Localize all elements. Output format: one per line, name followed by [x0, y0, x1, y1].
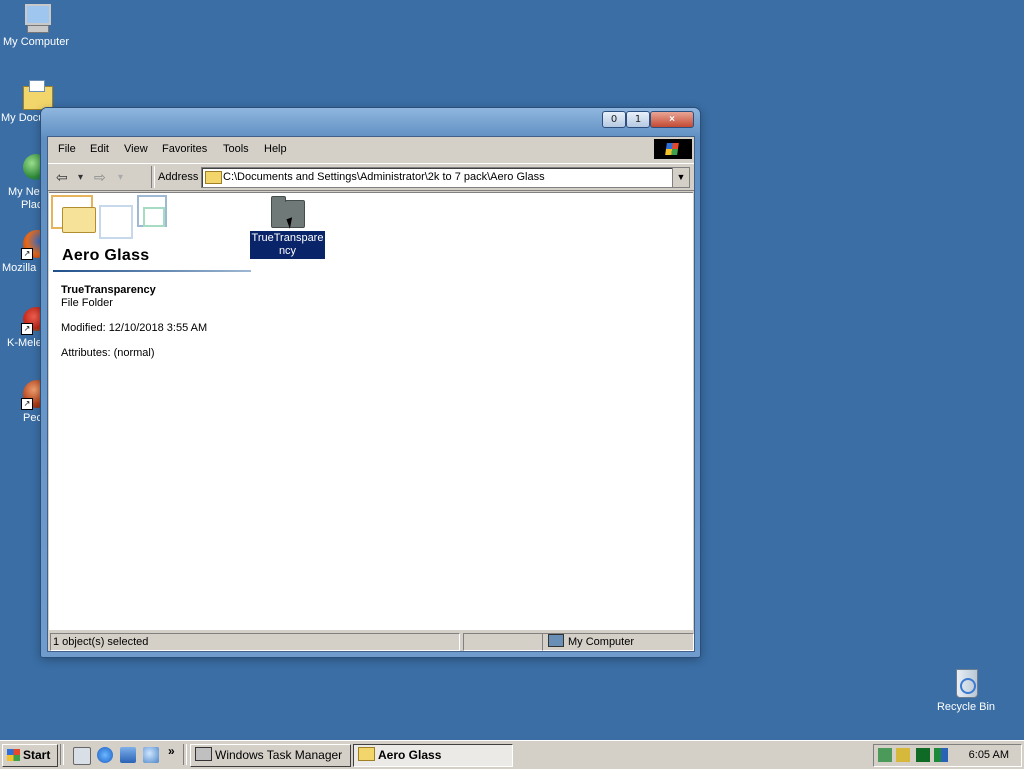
recycle-bin-icon: [950, 667, 982, 699]
menu-view[interactable]: View: [124, 143, 148, 155]
decor-square: [143, 207, 165, 227]
selection-details: TrueTransparency File Folder Modified: 1…: [61, 284, 207, 360]
start-button[interactable]: Start: [2, 744, 58, 767]
outlook-express-icon[interactable]: [120, 747, 136, 763]
task-button-aero-glass[interactable]: Aero Glass: [353, 744, 513, 767]
status-location: My Computer: [542, 633, 694, 651]
desktop-icon-label: My Computer: [2, 36, 70, 48]
menu-edit[interactable]: Edit: [90, 143, 109, 155]
address-dropdown-button[interactable]: ▼: [672, 168, 689, 187]
folder-icon: [62, 207, 96, 233]
window-client-area: File Edit View Favorites Tools Help ⇦ ▾ …: [47, 136, 695, 652]
shortcut-arrow-icon: ↗: [21, 248, 33, 260]
webview-banner: Aero Glass: [51, 195, 251, 272]
status-bar: 1 object(s) selected My Computer: [48, 631, 694, 651]
monitor-tray-icon[interactable]: [934, 748, 948, 762]
documents-folder-icon: [21, 78, 53, 110]
folder-view[interactable]: Aero Glass TrueTransparency File Folder …: [49, 192, 693, 630]
details-attributes: Attributes: (normal): [61, 347, 155, 359]
desktop-icon-my-computer[interactable]: My Computer: [0, 2, 74, 49]
menu-favorites[interactable]: Favorites: [162, 143, 207, 155]
desktop-icon-label: Recycle Bin: [936, 701, 996, 713]
toolbar-separator: [151, 166, 155, 188]
task-label: Windows Task Manager: [215, 748, 343, 762]
menu-help[interactable]: Help: [264, 143, 287, 155]
minimize-button[interactable]: 0: [602, 111, 626, 128]
forward-arrow-icon[interactable]: ⇨: [94, 169, 106, 186]
details-name: TrueTransparency: [61, 284, 156, 296]
back-dropdown-icon[interactable]: ▾: [78, 172, 83, 183]
internet-explorer-icon[interactable]: [97, 747, 113, 763]
volume-tray-icon[interactable]: [896, 748, 910, 762]
details-modified: Modified: 12/10/2018 3:55 AM: [61, 322, 208, 334]
divider: [53, 270, 251, 272]
task-manager-icon: [195, 747, 212, 761]
windows-flag-icon: [7, 749, 20, 761]
quicklaunch-more-button[interactable]: »: [168, 744, 175, 758]
details-type: File Folder: [61, 297, 113, 309]
show-desktop-icon[interactable]: [73, 747, 91, 765]
clock[interactable]: 6:05 AM: [969, 749, 1009, 761]
windows-logo-icon: [654, 139, 692, 159]
explorer-window[interactable]: 0 1 × File Edit View Favorites Tools Hel…: [41, 108, 700, 657]
folder-icon: [358, 747, 375, 761]
network-tray-icon[interactable]: [878, 748, 892, 762]
address-field[interactable]: C:\Documents and Settings\Administrator\…: [201, 167, 690, 188]
start-label: Start: [23, 748, 51, 762]
folder-item-truetransparency[interactable]: TrueTransparency: [250, 196, 325, 259]
address-label: Address: [158, 171, 199, 183]
close-button[interactable]: ×: [650, 111, 694, 128]
status-location-label: My Computer: [568, 636, 635, 648]
menu-file[interactable]: File: [58, 143, 76, 155]
shortcut-arrow-icon: ↗: [21, 323, 33, 335]
status-middle: [463, 633, 543, 651]
task-label: Aero Glass: [378, 748, 442, 762]
taskbar: Start » Windows Task Manager Aero Glass …: [0, 740, 1024, 769]
status-selection: 1 object(s) selected: [50, 633, 460, 651]
address-value[interactable]: C:\Documents and Settings\Administrator\…: [223, 171, 545, 183]
taskbar-separator: [183, 744, 187, 765]
system-tray: 6:05 AM: [873, 744, 1022, 767]
decor-square: [99, 205, 133, 239]
address-toolbar: ⇦ ▾ ⇨ ▾ Address C:\Documents and Setting…: [48, 163, 694, 191]
computer-icon: [20, 2, 52, 34]
task-manager-tray-icon[interactable]: [916, 748, 930, 762]
search-icon[interactable]: [143, 747, 159, 763]
my-computer-icon: [548, 634, 564, 647]
menu-tools[interactable]: Tools: [223, 143, 249, 155]
task-button-task-manager[interactable]: Windows Task Manager: [190, 744, 351, 767]
menu-bar: File Edit View Favorites Tools Help: [48, 137, 694, 161]
forward-dropdown-icon[interactable]: ▾: [118, 172, 123, 183]
shortcut-arrow-icon: ↗: [21, 398, 33, 410]
desktop-icon-recycle-bin[interactable]: Recycle Bin: [928, 667, 1004, 714]
folder-title: Aero Glass: [62, 247, 150, 264]
maximize-button[interactable]: 1: [626, 111, 650, 128]
folder-item-label[interactable]: TrueTransparency: [250, 231, 325, 259]
back-arrow-icon[interactable]: ⇦: [56, 169, 68, 186]
taskbar-separator: [60, 744, 64, 765]
folder-icon: [205, 171, 222, 184]
